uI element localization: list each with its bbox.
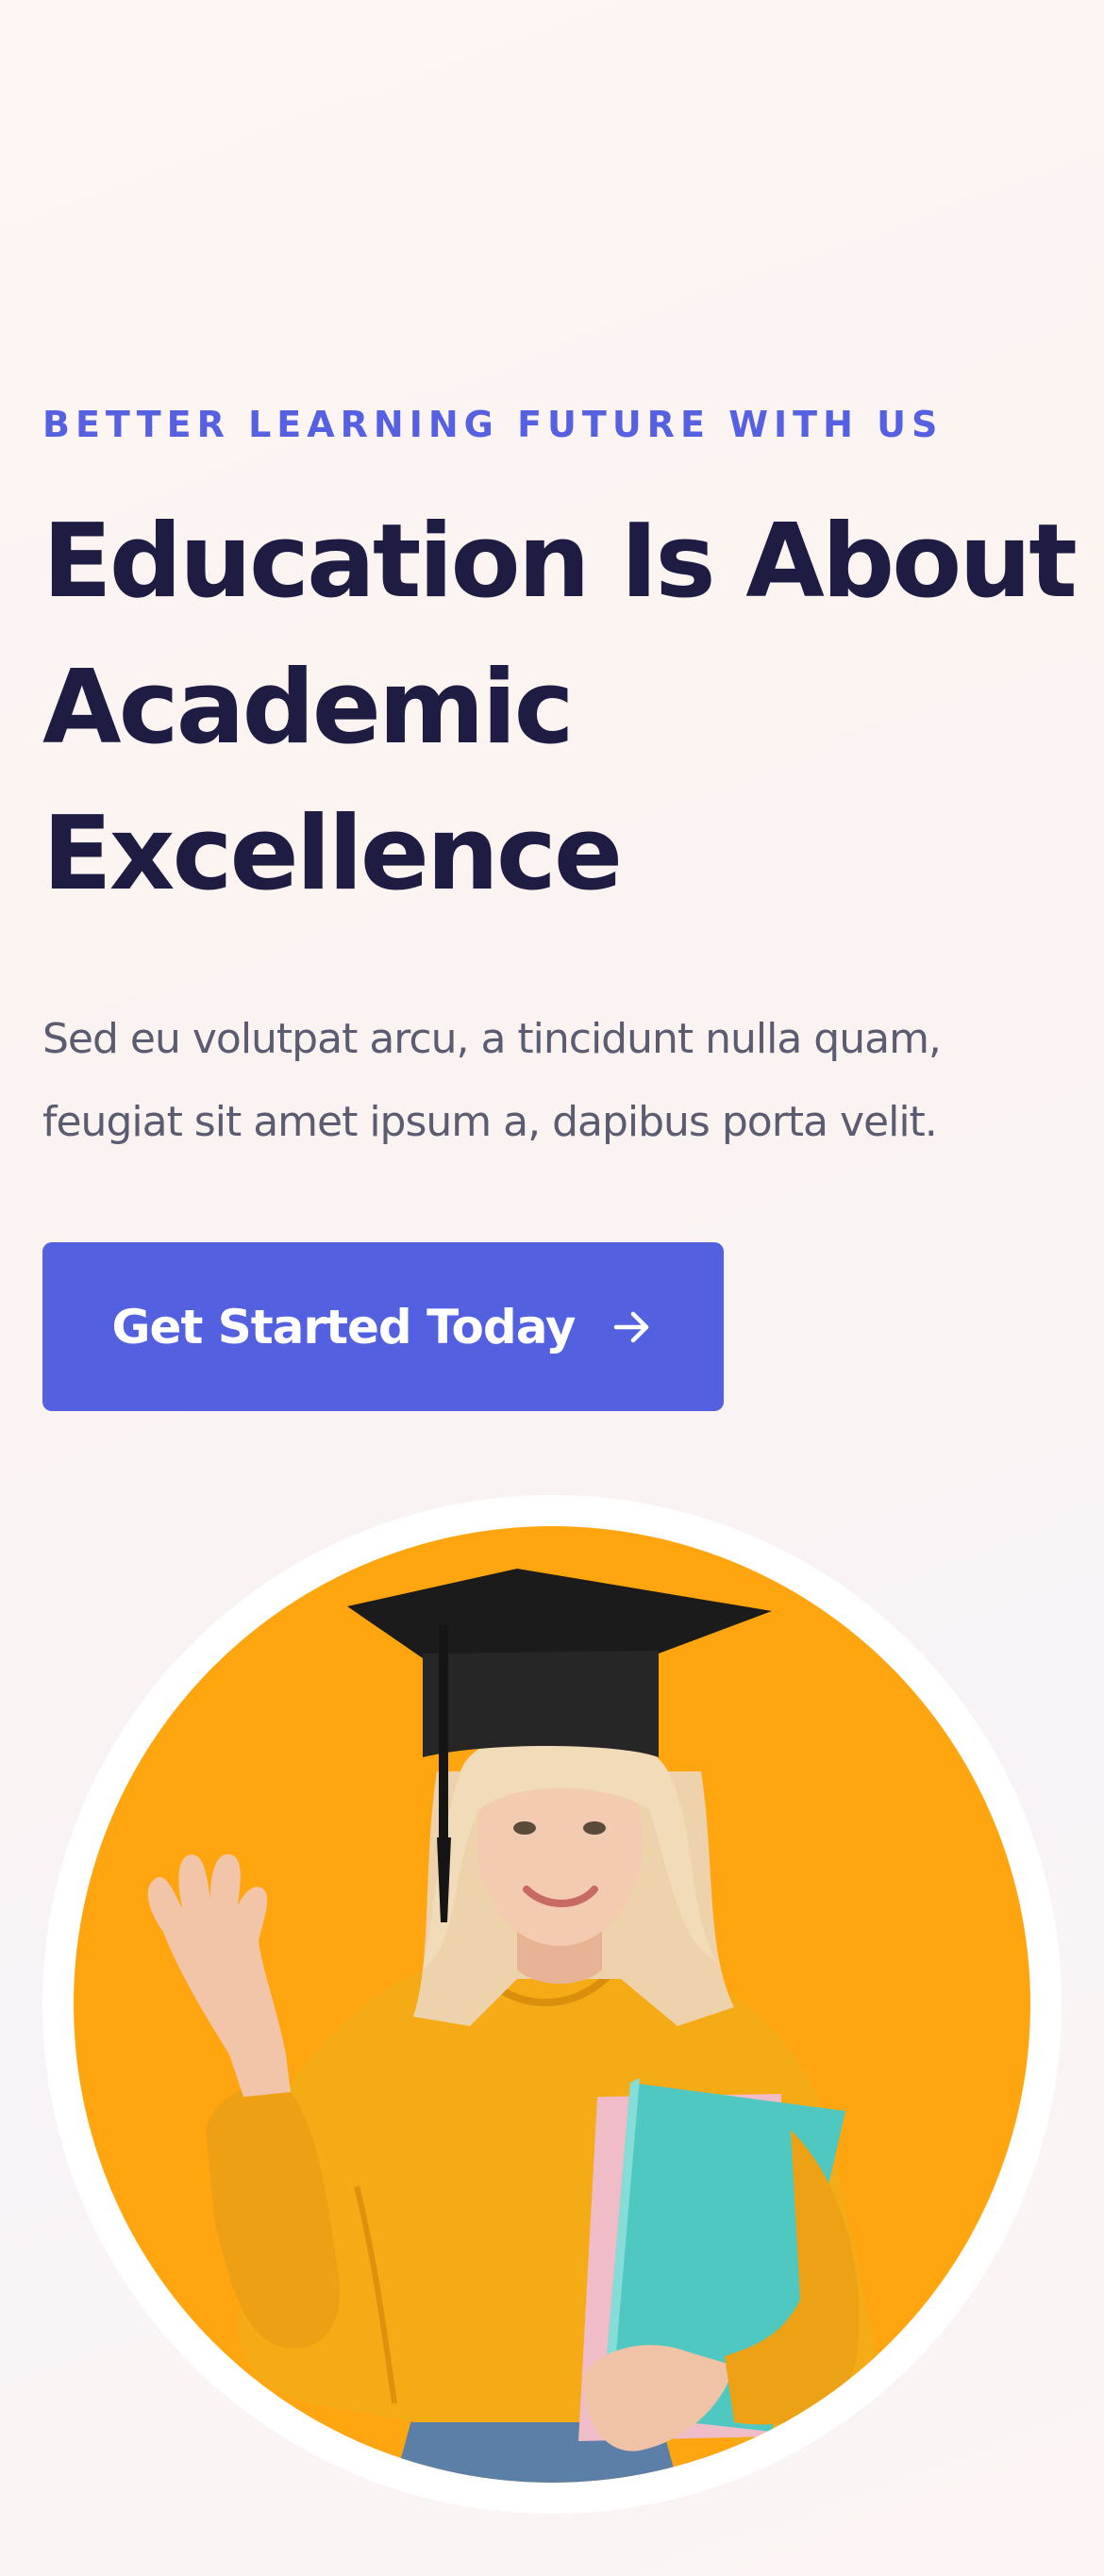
- lead-line: Sed eu volutpat arcu, a tincidunt nulla …: [42, 1015, 942, 1063]
- graduate-student-photo: [74, 1526, 1030, 2483]
- headline-line: Education Is About: [42, 503, 1078, 621]
- arrow-right-icon: [609, 1305, 654, 1350]
- hero-eyebrow: BETTER LEARNING FUTURE WITH US: [42, 404, 944, 445]
- lead-line: feugiat sit amet ipsum a, dapibus porta …: [42, 1098, 938, 1146]
- headline-line: Excellence: [42, 795, 623, 913]
- get-started-button[interactable]: Get Started Today: [42, 1242, 724, 1411]
- hero-lead-text: Sed eu volutpat arcu, a tincidunt nulla …: [42, 998, 1080, 1164]
- hero-headline: Education Is About Academic Excellence: [42, 489, 1080, 927]
- get-started-label: Get Started Today: [111, 1299, 577, 1354]
- headline-line: Academic: [42, 649, 575, 767]
